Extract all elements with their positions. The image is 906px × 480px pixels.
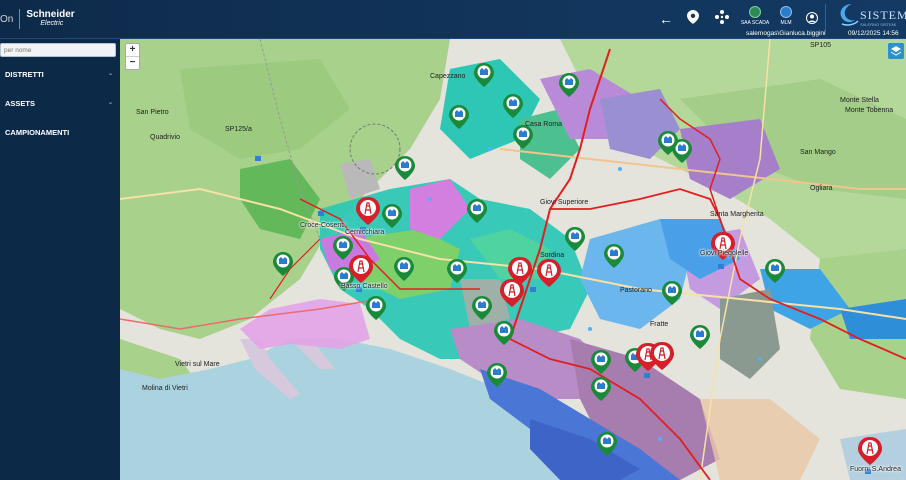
top-bar: On Schneider Electric ← SAA SCADA MLM SI… bbox=[0, 0, 906, 39]
network-icon[interactable] bbox=[713, 10, 731, 28]
map-label: SP105 bbox=[810, 42, 832, 49]
map-label: Giovi Superiore bbox=[540, 199, 589, 206]
map-label: Monte Tobenna bbox=[845, 107, 894, 114]
scada-label: SAA SCADA bbox=[740, 20, 770, 26]
datetime: 09/12/2025 14:56 bbox=[848, 30, 899, 37]
map-label: Quadrivio bbox=[150, 134, 180, 141]
sidebar-item-assets[interactable]: ASSETS ⌄ bbox=[5, 99, 115, 108]
mlm-label: MLM bbox=[780, 20, 792, 26]
map-label: Sordina bbox=[540, 252, 565, 259]
map-label: Croce-Cosenti bbox=[300, 222, 345, 229]
zoom-in-button[interactable]: + bbox=[126, 44, 139, 57]
sistemi-logo: SISTEMI SALERNO SISTEMI bbox=[838, 2, 906, 30]
asset-markers bbox=[255, 63, 883, 474]
sidebar-item-label: DISTRETTI bbox=[5, 70, 44, 79]
map-label: Capezzano bbox=[430, 73, 466, 80]
zoom-control: + − bbox=[125, 43, 140, 70]
map-label: Santa Margherita bbox=[710, 211, 764, 218]
sidebar-item-label: ASSETS bbox=[5, 99, 36, 108]
brand-prefix: On bbox=[0, 13, 14, 25]
map-label: Monte Stella bbox=[840, 97, 879, 104]
map-label: Molina di Vietri bbox=[142, 385, 188, 392]
schneider-logo: Schneider Electric bbox=[26, 10, 74, 28]
map-label: Ogliara bbox=[810, 185, 833, 192]
zoom-out-button[interactable]: − bbox=[126, 57, 139, 69]
scada-icon[interactable]: SAA SCADA bbox=[740, 6, 770, 26]
map-label: Fuorni S.Andrea bbox=[850, 466, 901, 473]
map-label: Giovi Piegolelle bbox=[700, 250, 749, 257]
brand-divider bbox=[19, 9, 21, 29]
map-label: Cernicchiara bbox=[345, 229, 385, 236]
map-label: Fratte bbox=[650, 321, 669, 328]
map-label: Casa Roma bbox=[525, 121, 562, 128]
user-icon[interactable] bbox=[803, 10, 821, 28]
chevron-down-icon: ⌄ bbox=[107, 100, 113, 106]
brand-logo: On Schneider Electric bbox=[0, 9, 75, 29]
map-label: San Pietro bbox=[136, 109, 169, 116]
search-input[interactable] bbox=[0, 43, 116, 57]
location-pin-icon[interactable] bbox=[684, 10, 702, 28]
layers-icon[interactable] bbox=[888, 43, 904, 59]
mlm-icon[interactable]: MLM bbox=[771, 6, 801, 26]
brand-sub: Electric bbox=[40, 20, 64, 27]
map-label: Basso Castello bbox=[341, 283, 388, 290]
sidebar: DISTRETTI ⌄ ASSETS ⌄ CAMPIONAMENTI bbox=[0, 39, 120, 480]
sidebar-item-label: CAMPIONAMENTI bbox=[5, 128, 70, 137]
chevron-down-icon: ⌄ bbox=[107, 71, 113, 77]
user-name: salemogas\Gianluca.biggini bbox=[746, 30, 826, 37]
tower-pins bbox=[348, 196, 883, 466]
partner-logo-sub: SALERNO SISTEMI bbox=[860, 22, 897, 27]
map-label: SP125/a bbox=[225, 126, 252, 133]
sidebar-item-campionamenti[interactable]: CAMPIONAMENTI bbox=[5, 128, 115, 137]
map-canvas[interactable]: Croce-Cosenti Cernicchiara Basso Castell… bbox=[120, 39, 906, 480]
sidebar-item-distretti[interactable]: DISTRETTI ⌄ bbox=[5, 70, 115, 79]
back-arrow-icon[interactable]: ← bbox=[657, 10, 675, 28]
map-label: Pastorano bbox=[620, 287, 652, 294]
partner-logo-text: SISTEMI bbox=[860, 8, 906, 22]
map-label: San Mango bbox=[800, 149, 836, 156]
map-label: Vietri sul Mare bbox=[175, 361, 220, 368]
